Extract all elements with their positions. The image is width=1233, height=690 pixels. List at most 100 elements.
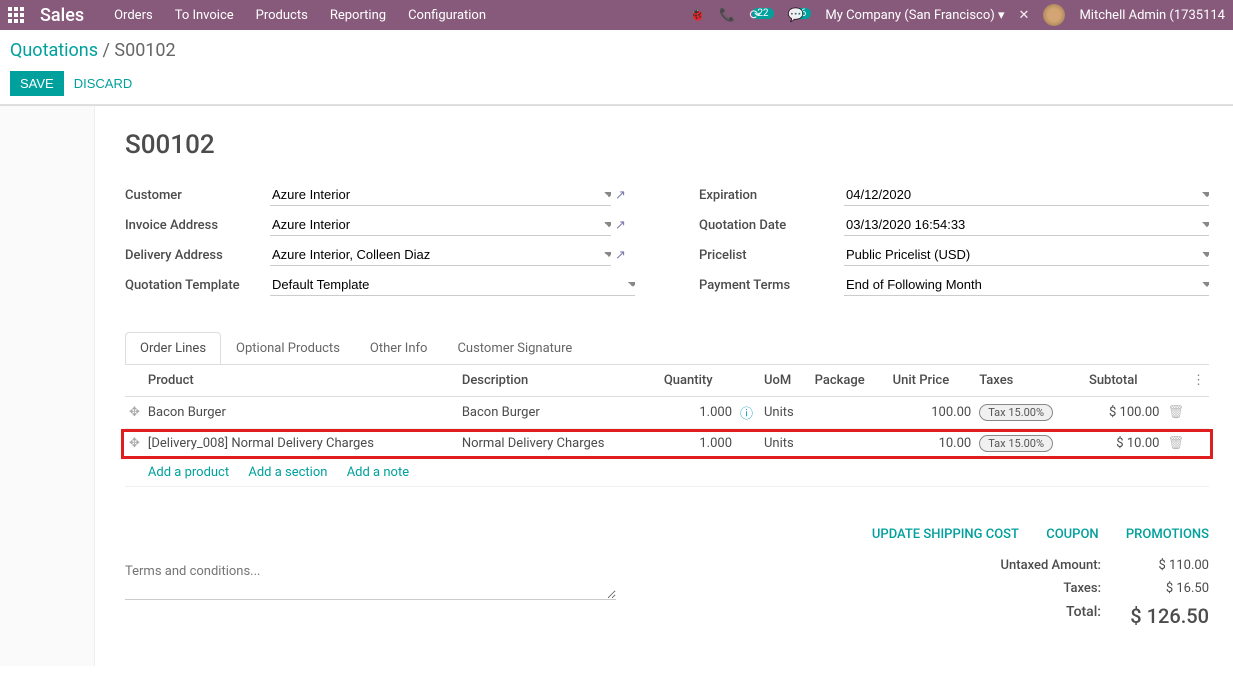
line-uom[interactable]: Units: [760, 429, 811, 459]
page-title: S00102: [125, 130, 1209, 160]
apps-icon[interactable]: [8, 7, 24, 23]
save-button[interactable]: SAVE: [10, 71, 64, 96]
add-product-link[interactable]: Add a product: [148, 465, 229, 480]
footer-actions: UPDATE SHIPPING COST COUPON PROMOTIONS: [125, 527, 1209, 542]
invoice-addr-label: Invoice Address: [125, 218, 270, 233]
update-shipping-link[interactable]: UPDATE SHIPPING COST: [872, 527, 1019, 542]
line-uom[interactable]: Units: [760, 397, 811, 429]
qdate-field[interactable]: [844, 214, 1209, 236]
template-field[interactable]: [270, 274, 635, 296]
delivery-addr-label: Delivery Address: [125, 248, 270, 263]
tab-optional-products[interactable]: Optional Products: [221, 332, 355, 364]
line-product[interactable]: Bacon Burger: [144, 397, 458, 429]
settings-icon[interactable]: ✕: [1019, 8, 1030, 23]
line-desc[interactable]: Normal Delivery Charges: [458, 429, 660, 459]
col-pkg: Package: [811, 365, 889, 397]
add-note-link[interactable]: Add a note: [347, 465, 409, 480]
line-subtotal: $ 100.00: [1085, 397, 1164, 429]
tab-other-info[interactable]: Other Info: [355, 332, 443, 364]
breadcrumb-sep: /: [102, 40, 114, 61]
content: S00102 Customer↗ Invoice Address↗ Delive…: [95, 106, 1233, 666]
taxes-value: $ 16.50: [1129, 581, 1209, 596]
invoice-external-link-icon[interactable]: ↗: [615, 218, 635, 233]
tab-customer-signature[interactable]: Customer Signature: [442, 332, 587, 364]
chat-icon[interactable]: 💬6: [788, 8, 812, 23]
order-lines-table: Product Description Quantity UoM Package…: [125, 365, 1209, 487]
company-switcher[interactable]: My Company (San Francisco) ▾: [825, 8, 1004, 23]
delivery-external-link-icon[interactable]: ↗: [615, 248, 635, 263]
phone-icon[interactable]: 📞: [719, 8, 735, 23]
discard-button[interactable]: DISCARD: [74, 76, 133, 91]
line-qty[interactable]: 1.000: [660, 429, 736, 459]
totals: Untaxed Amount:$ 110.00 Taxes:$ 16.50 To…: [971, 554, 1209, 632]
line-pkg[interactable]: [811, 429, 889, 459]
topbar-right: 🐞 📞 ⟳22 💬6 My Company (San Francisco) ▾ …: [689, 4, 1225, 26]
line-qty[interactable]: 1.000: [660, 397, 736, 429]
promotions-link[interactable]: PROMOTIONS: [1126, 527, 1209, 542]
customer-field[interactable]: [270, 184, 611, 206]
breadcrumb-root[interactable]: Quotations: [10, 40, 98, 61]
user-menu[interactable]: Mitchell Admin (1735114: [1079, 8, 1225, 23]
terms-label: Payment Terms: [699, 278, 844, 293]
bug-icon[interactable]: 🐞: [689, 8, 705, 23]
pricelist-label: Pricelist: [699, 248, 844, 263]
menu-orders[interactable]: Orders: [114, 8, 153, 23]
coupon-link[interactable]: COUPON: [1046, 527, 1098, 542]
menu-to-invoice[interactable]: To Invoice: [175, 8, 234, 23]
line-product[interactable]: [Delivery_008] Normal Delivery Charges: [144, 429, 458, 459]
col-price: Unit Price: [889, 365, 976, 397]
expiration-label: Expiration: [699, 188, 844, 203]
col-subtotal: Subtotal: [1085, 365, 1164, 397]
untaxed-label: Untaxed Amount:: [971, 558, 1101, 573]
line-subtotal: $ 10.00: [1085, 429, 1164, 459]
line-price[interactable]: 100.00: [889, 397, 976, 429]
menu-products[interactable]: Products: [256, 8, 308, 23]
taxes-label: Taxes:: [971, 581, 1101, 596]
topbar: Sales Orders To Invoice Products Reporti…: [0, 0, 1233, 30]
add-section-link[interactable]: Add a section: [248, 465, 327, 480]
col-qty: Quantity: [660, 365, 736, 397]
form-col-left: Customer↗ Invoice Address↗ Delivery Addr…: [125, 184, 635, 304]
col-product: Product: [144, 365, 458, 397]
col-desc: Description: [458, 365, 660, 397]
delivery-addr-field[interactable]: [270, 244, 611, 266]
form-col-right: Expiration Quotation Date Pricelist Paym…: [699, 184, 1209, 304]
tab-order-lines[interactable]: Order Lines: [125, 332, 221, 364]
line-price[interactable]: 10.00: [889, 429, 976, 459]
delete-line-icon[interactable]: 🗑: [1167, 405, 1184, 420]
sidebar: [0, 106, 95, 666]
invoice-addr-field[interactable]: [270, 214, 611, 236]
tax-badge[interactable]: Tax 15.00%: [979, 435, 1053, 452]
tax-badge[interactable]: Tax 15.00%: [979, 404, 1053, 421]
form-grid: Customer↗ Invoice Address↗ Delivery Addr…: [125, 184, 1209, 304]
customer-external-link-icon[interactable]: ↗: [615, 188, 635, 203]
breadcrumb-bar: Quotations / S00102 SAVE DISCARD: [0, 30, 1233, 105]
table-options-icon[interactable]: ⋮: [1192, 373, 1205, 388]
breadcrumb-current: S00102: [114, 40, 175, 61]
qdate-label: Quotation Date: [699, 218, 844, 233]
total-label: Total:: [971, 604, 1101, 628]
delete-line-icon[interactable]: 🗑: [1167, 436, 1184, 451]
table-row[interactable]: ✥Bacon BurgerBacon Burger1.000ⓘUnits100.…: [125, 397, 1209, 429]
expiration-field[interactable]: [844, 184, 1209, 206]
menu-reporting[interactable]: Reporting: [330, 8, 386, 23]
line-pkg[interactable]: [811, 397, 889, 429]
timer-icon[interactable]: ⟳22: [749, 8, 773, 23]
info-icon[interactable]: ⓘ: [740, 407, 753, 422]
action-bar: SAVE DISCARD: [10, 71, 1217, 104]
pricelist-field[interactable]: [844, 244, 1209, 266]
col-uom: UoM: [760, 365, 811, 397]
table-row[interactable]: ✥ [Delivery_008] Normal Delivery ChargesN…: [125, 429, 1209, 459]
col-taxes: Taxes: [975, 365, 1085, 397]
tabs: Order Lines Optional Products Other Info…: [125, 332, 1209, 365]
drag-handle-icon[interactable]: ✥: [129, 436, 140, 451]
top-menu: Orders To Invoice Products Reporting Con…: [114, 8, 486, 23]
terms-textarea[interactable]: [125, 560, 616, 600]
drag-handle-icon[interactable]: ✥: [129, 405, 140, 420]
app-name[interactable]: Sales: [40, 5, 84, 26]
menu-configuration[interactable]: Configuration: [408, 8, 486, 23]
line-desc[interactable]: Bacon Burger: [458, 397, 660, 429]
breadcrumb: Quotations / S00102: [10, 40, 1217, 61]
avatar[interactable]: [1043, 4, 1065, 26]
payment-terms-field[interactable]: [844, 274, 1209, 296]
